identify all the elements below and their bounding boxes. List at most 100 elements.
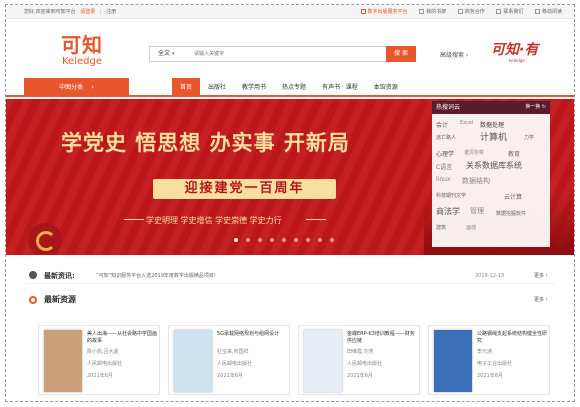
book-date: 2021年6月 xyxy=(217,373,243,379)
book-publisher: 人民邮电出版社 xyxy=(347,361,383,367)
resource-card[interactable]: 公路钢绳支起系统结构健全性研究 李元通 电子工业出版社 2021年6月 xyxy=(428,325,550,395)
hot-word-tag[interactable]: 数据挖掘软件 xyxy=(496,210,526,217)
search-bar: 全文▾ 搜 索 xyxy=(149,46,416,62)
mail-icon xyxy=(496,9,502,14)
hot-word-tag[interactable]: 关系数据库系统 xyxy=(466,160,522,171)
carousel-dot[interactable] xyxy=(330,238,334,242)
search-button[interactable]: 搜 索 xyxy=(386,46,416,62)
carousel-dot[interactable] xyxy=(234,238,238,242)
book-author: 李元通 xyxy=(477,349,493,355)
page-frame: 您好,欢迎来到可知平台 请登录 | 注册 数字出版服务平台 我的书架 商务合作 … xyxy=(5,4,575,402)
hot-word-tag[interactable]: 科技期刊文学 xyxy=(436,192,466,199)
top-link-business[interactable]: 商务合作 xyxy=(457,9,485,15)
news-label: 最新资讯: xyxy=(44,272,75,280)
hot-word-tag[interactable]: 心理学 xyxy=(436,149,454,158)
chevron-down-icon: ▾ xyxy=(172,51,175,57)
book-publisher: 电子工业出版社 xyxy=(477,361,513,367)
partner-logo: 可知·有 keledge xyxy=(491,42,539,63)
book-cover[interactable] xyxy=(174,330,212,392)
book-cover[interactable] xyxy=(44,330,82,392)
hot-word-tag[interactable]: 教育 xyxy=(508,149,520,158)
nav-item-topics[interactable]: 热点专题 xyxy=(274,78,314,97)
news-ticker: 最新资讯: “可知”知识服务平台入选2019年度数字出版精品项目! 2019-1… xyxy=(24,268,554,284)
news-headline-link[interactable]: “可知”知识服务平台入选2019年度数字出版精品项目! xyxy=(96,268,216,284)
top-bar-right: 数字出版服务平台 我的书架 商务合作 联系我们 移动阅读 xyxy=(351,5,562,19)
hot-word-tag[interactable]: 会计 xyxy=(436,120,448,129)
latest-more-link[interactable]: 更多 › xyxy=(534,292,548,308)
top-link-contact[interactable]: 联系我们 xyxy=(496,9,523,15)
carousel-dot[interactable] xyxy=(318,238,322,242)
book-publisher: 人民邮电出版社 xyxy=(217,361,253,367)
word-cloud: 会计 Excel 数据处理逃亡路人 计算机心理学 诺贝尔奖 教育 C语言 关系数据库系统 lin… xyxy=(432,114,550,247)
hot-word-tag[interactable]: 计算机 xyxy=(480,130,507,143)
latest-resources-header: 最新资源 更多 › xyxy=(24,292,554,308)
book-author: 杜宝来,帅国祥 xyxy=(217,349,249,355)
book-title[interactable]: 5G承载网络规划与组网设计 xyxy=(217,331,287,338)
news-more-link[interactable]: 更多 › xyxy=(534,268,548,284)
carousel-dots xyxy=(234,238,342,242)
hot-word-tag[interactable]: 云计算 xyxy=(504,192,522,201)
hot-word-tag[interactable]: 运动 xyxy=(466,224,476,231)
carousel-dot[interactable] xyxy=(282,238,286,242)
hot-word-tag[interactable]: 商法学 xyxy=(436,206,460,217)
banner-subline: 迎接建党一百周年 xyxy=(153,179,336,199)
hot-words-title: 热搜词云 xyxy=(436,104,461,111)
carousel-dot[interactable] xyxy=(306,238,310,242)
hot-word-tag[interactable]: 逃亡路人 xyxy=(436,134,456,141)
nav-item-audio-courses[interactable]: 有声书 · 课程 xyxy=(314,78,366,97)
carousel-dot[interactable] xyxy=(246,238,250,242)
top-bar: 您好,欢迎来到可知平台 请登录 | 注册 数字出版服务平台 我的书架 商务合作 … xyxy=(6,5,574,19)
book-title[interactable]: 金蝶ERP-K3培训教程——财务供应链 xyxy=(347,331,417,345)
nav-item-library-resources[interactable]: 本馆资源 xyxy=(366,78,406,97)
search-input[interactable] xyxy=(194,47,366,61)
nav-items: 首页 出版社 教学用书 热点专题 有声书 · 课程 本馆资源 xyxy=(172,78,406,97)
platform-icon xyxy=(360,9,366,14)
resource-card[interactable]: 美人出海——从社会路中学国画的故事 陈小凯,吕大夏 人民邮电出版社 2021年6… xyxy=(38,325,160,395)
top-link-publishing-platform[interactable]: 数字出版服务平台 xyxy=(360,9,408,15)
hot-word-tag[interactable]: 数据处理 xyxy=(480,120,504,129)
search-scope-select[interactable]: 全文 ▾ xyxy=(152,47,192,61)
hot-word-tag[interactable]: 数据结构 xyxy=(462,176,490,186)
hot-word-tag[interactable]: 建筑 xyxy=(436,224,446,231)
logo-chinese: 可知 xyxy=(61,33,103,57)
refresh-button[interactable]: 换一换 ↻ xyxy=(525,101,546,114)
hot-word-tag[interactable]: C语言 xyxy=(436,162,452,171)
book-title[interactable]: 美人出海——从社会路中学国画的故事 xyxy=(87,331,157,345)
top-link-bookshelf[interactable]: 我的书架 xyxy=(419,9,446,15)
chevron-right-icon: › xyxy=(91,83,94,91)
book-date: 2021年6月 xyxy=(347,373,373,379)
register-link[interactable]: 注册 xyxy=(106,9,116,15)
book-cover[interactable] xyxy=(304,330,342,392)
carousel-dot[interactable] xyxy=(258,238,262,242)
top-link-mobile[interactable]: 移动阅读 xyxy=(534,9,562,15)
nav-item-textbooks[interactable]: 教学用书 xyxy=(234,78,274,97)
resource-card[interactable]: 金蝶ERP-K3培训教程——财务供应链 田维霞,刘芳 人民邮电出版社 2021年… xyxy=(298,325,420,395)
resource-card[interactable]: 5G承载网络规划与组网设计 杜宝来,帅国祥 人民邮电出版社 2021年6月 xyxy=(168,325,290,395)
slogan-rule-left xyxy=(124,219,144,220)
site-logo[interactable]: 可知 Keledge xyxy=(52,34,112,67)
nav-item-publishers[interactable]: 出版社 xyxy=(200,78,234,97)
hot-word-tag[interactable]: linux xyxy=(436,176,451,183)
section-title: 最新资源 xyxy=(44,295,76,304)
separator: | xyxy=(99,9,102,15)
banner-slogan: 学史明理 学史增信 学史崇德 学史力行 xyxy=(146,216,282,225)
category-menu-button[interactable]: 中图分类 › xyxy=(24,78,129,97)
hot-word-tag[interactable]: 诺贝尔奖 xyxy=(464,149,484,156)
speaker-icon xyxy=(29,271,37,279)
book-title[interactable]: 公路钢绳支起系统结构健全性研究 xyxy=(477,331,547,345)
hot-words-panel: 热搜词云 换一换 ↻ 会计 Excel 数据处理逃亡路人 计算机心理学 诺贝尔奖 教育 C语… xyxy=(432,101,550,247)
bookshelf-icon xyxy=(419,9,425,14)
book-cover[interactable] xyxy=(434,330,472,392)
news-date: 2019-12-13 xyxy=(475,273,505,279)
hot-word-tag[interactable]: Excel xyxy=(460,120,473,126)
logo-english: Keledge xyxy=(62,56,102,67)
nav-item-home[interactable]: 首页 xyxy=(172,78,201,97)
book-date: 2021年6月 xyxy=(87,373,113,379)
login-link[interactable]: 请登录 xyxy=(80,9,95,15)
hot-word-tag[interactable]: 力学 xyxy=(524,134,534,141)
carousel-dot[interactable] xyxy=(270,238,274,242)
carousel-dot[interactable] xyxy=(294,238,298,242)
hot-word-tag[interactable]: 管理 xyxy=(470,206,484,216)
resource-cards: 美人出海——从社会路中学国画的故事 陈小凯,吕大夏 人民邮电出版社 2021年6… xyxy=(38,325,550,395)
advanced-search-link[interactable]: 高级搜索 › xyxy=(440,50,468,59)
